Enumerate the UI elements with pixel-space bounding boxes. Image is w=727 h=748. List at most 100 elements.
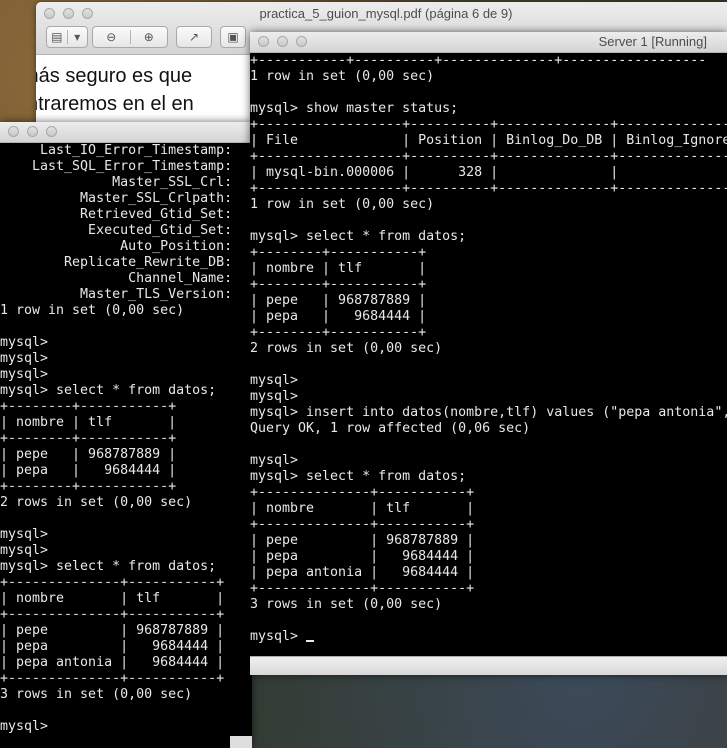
terminal-line: Executed_Gtid_Set: — [0, 223, 233, 238]
close-window-button[interactable] — [8, 126, 19, 137]
left-terminal-window[interactable]: Last_IO_Error_Timestamp: Last_SQL_Error_… — [0, 122, 252, 748]
terminal-line: 2 rows in set (0,00 sec) — [250, 341, 443, 356]
terminal-line: | pepe | 968787889 | — [250, 533, 475, 548]
terminal-line: mysql> — [0, 335, 49, 350]
share-button[interactable]: ↗ — [176, 26, 212, 48]
terminal-line: +------------------+----------+---------… — [250, 117, 727, 132]
zoom-in-icon[interactable]: ⊕ — [131, 30, 168, 44]
terminal-line: mysql> — [0, 367, 49, 382]
terminal-line: Last_SQL_Error_Timestamp: — [0, 159, 233, 174]
terminal-line: Retrieved_Gtid_Set: — [0, 207, 233, 222]
terminal-line: 1 row in set (0,00 sec) — [0, 303, 185, 318]
terminal-line: mysql> — [250, 373, 299, 388]
terminal-line: +--------+-----------+ — [0, 431, 177, 446]
server-terminal-screen[interactable]: +-----------+----------+--------------+-… — [250, 53, 727, 655]
terminal-line: mysql> — [0, 527, 49, 542]
terminal-line: Master_TLS_Version: — [0, 287, 233, 302]
terminal-line: mysql> — [250, 453, 299, 468]
terminal-line: Auto_Position: — [0, 239, 233, 254]
window-button[interactable]: ▣ — [220, 26, 246, 48]
zoom-segmented-control[interactable]: ⊖ ⊕ — [92, 26, 168, 48]
minimize-window-button[interactable] — [277, 36, 288, 47]
left-terminal-titlebar[interactable] — [0, 122, 252, 143]
terminal-line: | pepa antonia | 9684444 | — [250, 565, 475, 580]
terminal-line: mysql> insert into datos(nombre,tlf) val… — [250, 405, 727, 420]
terminal-line: Query OK, 1 row affected (0,06 sec) — [250, 421, 531, 436]
terminal-line: 3 rows in set (0,00 sec) — [250, 597, 443, 612]
terminal-line: 2 rows in set (0,00 sec) — [0, 495, 193, 510]
server-window-title: Server 1 [Running] — [598, 34, 707, 49]
terminal-line: | mysql-bin.000006 | 328 | | — [250, 165, 619, 180]
terminal-line: mysql> — [0, 719, 49, 734]
terminal-line: 1 row in set (0,00 sec) — [250, 69, 435, 84]
left-terminal-screen[interactable]: Last_IO_Error_Timestamp: Last_SQL_Error_… — [0, 143, 252, 748]
horizontal-scrollbar[interactable] — [230, 736, 252, 748]
server-vm-window[interactable]: Server 1 [Running] +-----------+--------… — [250, 32, 727, 675]
terminal-line: +--------+-----------+ — [0, 479, 177, 494]
zoom-out-icon[interactable]: ⊖ — [93, 30, 131, 44]
terminal-line: | nombre | tlf | — [0, 415, 177, 430]
zoom-window-button[interactable] — [296, 36, 307, 47]
terminal-line: | pepe | 968787889 | — [0, 623, 225, 638]
terminal-line: | pepa | 9684444 | — [250, 309, 427, 324]
terminal-line: mysql> select * from datos; — [0, 559, 217, 574]
terminal-line: +--------------+-----------+ — [0, 607, 225, 622]
terminal-line: Last_IO_Error_Timestamp: — [0, 143, 233, 158]
terminal-line: mysql> select * from datos; — [250, 469, 467, 484]
terminal-line: | nombre | tlf | — [0, 591, 225, 606]
terminal-line: +------------------+----------+---------… — [250, 149, 727, 164]
terminal-line: | nombre | tlf | — [250, 501, 475, 516]
vm-status-bar — [250, 656, 727, 675]
terminal-line: | File | Position | Binlog_Do_DB | Binlo… — [250, 133, 727, 148]
window-icon: ▣ — [227, 30, 239, 44]
terminal-line: mysql> — [250, 389, 299, 404]
pdf-text-line: más seguro es que — [36, 65, 193, 87]
terminal-line: Replicate_Rewrite_DB: — [0, 255, 233, 270]
terminal-line: 3 rows in set (0,00 sec) — [0, 687, 193, 702]
close-window-button[interactable] — [258, 36, 269, 47]
zoom-window-button[interactable] — [46, 126, 57, 137]
terminal-line: +------------------+----------+---------… — [250, 181, 727, 196]
terminal-line: mysql> — [250, 629, 727, 645]
terminal-line: +--------+-----------+ — [0, 399, 177, 414]
terminal-line: +--------------+-----------+ — [250, 581, 475, 596]
sidebar-toggle-button[interactable]: ▤ ▾ — [46, 26, 88, 48]
terminal-line: Master_SSL_Crl: — [0, 175, 233, 190]
terminal-line: mysql> show master status; — [250, 101, 459, 116]
terminal-line: +--------+-----------+ — [250, 325, 427, 340]
terminal-line: Channel_Name: — [0, 271, 233, 286]
terminal-line: +--------------+-----------+ — [250, 485, 475, 500]
terminal-line: mysql> select * from datos; — [250, 229, 467, 244]
terminal-line: Master_SSL_Crlpath: — [0, 191, 233, 206]
sidebar-icon: ▤ — [47, 30, 68, 44]
chevron-down-icon: ▾ — [74, 30, 81, 44]
terminal-line: | pepa | 9684444 | — [250, 549, 475, 564]
terminal-line: | pepa | 9684444 | — [0, 463, 177, 478]
terminal-line: +--------------+-----------+ — [0, 575, 225, 590]
server-titlebar[interactable]: Server 1 [Running] — [250, 32, 727, 53]
terminal-line: +--------------+-----------+ — [0, 671, 225, 686]
terminal-line: +--------+-----------+ — [250, 245, 427, 260]
terminal-line: +-----------+----------+--------------+-… — [250, 53, 707, 68]
terminal-line: | pepa | 9684444 | — [0, 639, 225, 654]
pdf-text-line: ntraremos en el en — [36, 93, 194, 115]
terminal-line: | pepe | 968787889 | — [250, 293, 427, 308]
pdf-window-title: practica_5_guion_mysql.pdf (página 6 de … — [259, 6, 513, 21]
terminal-line: mysql> — [0, 543, 49, 558]
minimize-window-button[interactable] — [27, 126, 38, 137]
terminal-line: mysql> select * from datos; — [0, 383, 217, 398]
terminal-line: | nombre | tlf | — [250, 261, 427, 276]
share-icon: ↗ — [188, 30, 200, 44]
terminal-cursor — [306, 640, 315, 642]
terminal-line: +--------------+-----------+ — [250, 517, 475, 532]
terminal-line: 1 row in set (0,00 sec) — [250, 197, 435, 212]
terminal-line: mysql> — [0, 351, 49, 366]
terminal-line: +--------+-----------+ — [250, 277, 427, 292]
